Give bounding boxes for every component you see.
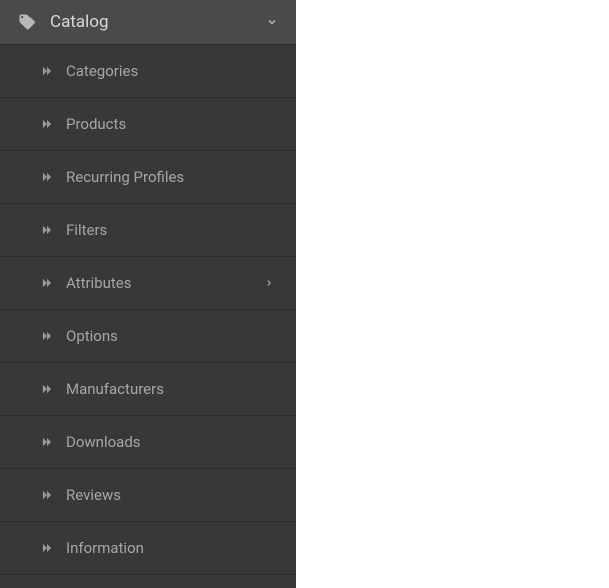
sidebar-item-label: Attributes bbox=[66, 274, 278, 292]
chevron-right-icon bbox=[264, 278, 274, 288]
double-chevron-right-icon bbox=[40, 64, 54, 78]
chevron-down-icon bbox=[266, 16, 278, 28]
sidebar-item-recurring-profiles[interactable]: Recurring Profiles bbox=[0, 151, 296, 204]
double-chevron-right-icon bbox=[40, 117, 54, 131]
sidebar: Catalog Categories Products Recurring Prof… bbox=[0, 0, 296, 588]
double-chevron-right-icon bbox=[40, 488, 54, 502]
double-chevron-right-icon bbox=[40, 435, 54, 449]
sidebar-item-label: Reviews bbox=[66, 486, 278, 504]
menu-header-catalog[interactable]: Catalog bbox=[0, 0, 296, 45]
double-chevron-right-icon bbox=[40, 541, 54, 555]
sidebar-item-downloads[interactable]: Downloads bbox=[0, 416, 296, 469]
sidebar-item-manufacturers[interactable]: Manufacturers bbox=[0, 363, 296, 416]
double-chevron-right-icon bbox=[40, 276, 54, 290]
sidebar-item-label: Downloads bbox=[66, 433, 278, 451]
sidebar-item-label: Filters bbox=[66, 221, 278, 239]
sidebar-item-label: Options bbox=[66, 327, 278, 345]
sidebar-item-reviews[interactable]: Reviews bbox=[0, 469, 296, 522]
sidebar-item-information[interactable]: Information bbox=[0, 522, 296, 575]
tag-icon bbox=[18, 13, 36, 31]
sidebar-item-label: Recurring Profiles bbox=[66, 168, 278, 186]
double-chevron-right-icon bbox=[40, 223, 54, 237]
double-chevron-right-icon bbox=[40, 170, 54, 184]
double-chevron-right-icon bbox=[40, 382, 54, 396]
sidebar-item-label: Categories bbox=[66, 62, 278, 80]
sidebar-item-options[interactable]: Options bbox=[0, 310, 296, 363]
sidebar-item-attributes[interactable]: Attributes bbox=[0, 257, 296, 310]
sidebar-item-label: Information bbox=[66, 539, 278, 557]
double-chevron-right-icon bbox=[40, 329, 54, 343]
sidebar-item-products[interactable]: Products bbox=[0, 98, 296, 151]
sidebar-scroll[interactable]: Catalog Categories Products Recurring Prof… bbox=[0, 0, 296, 588]
sidebar-item-label: Manufacturers bbox=[66, 380, 278, 398]
sidebar-item-filters[interactable]: Filters bbox=[0, 204, 296, 257]
sidebar-item-categories[interactable]: Categories bbox=[0, 45, 296, 98]
menu-header-label: Catalog bbox=[50, 12, 266, 32]
sidebar-item-label: Products bbox=[66, 115, 278, 133]
